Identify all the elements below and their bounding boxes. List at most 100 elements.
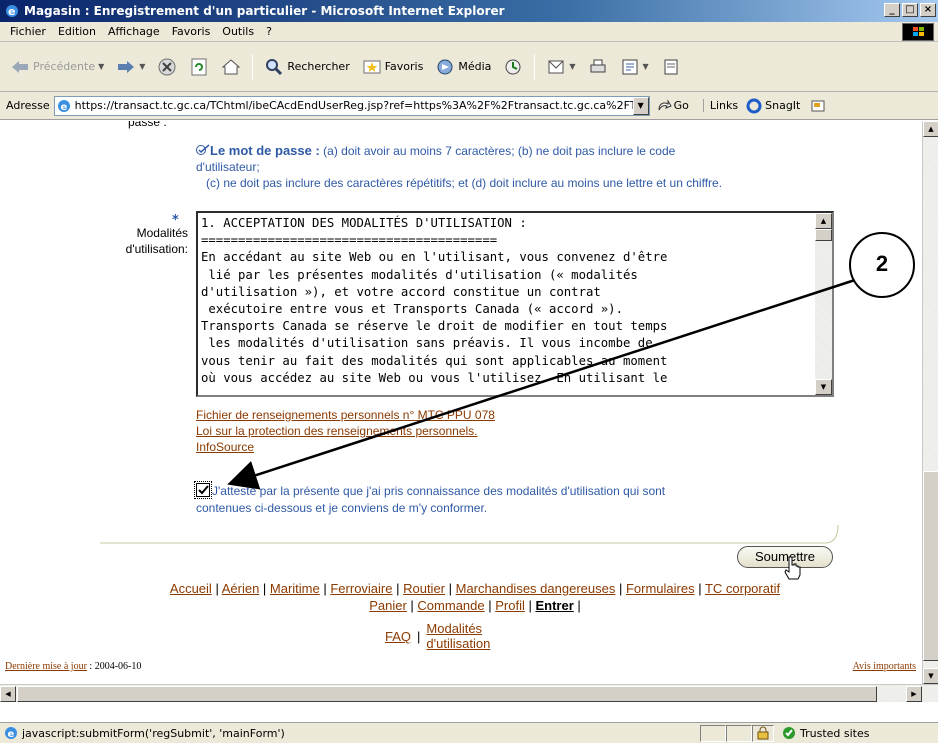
minimize-button[interactable]: _ (884, 3, 900, 17)
vertical-scrollbar[interactable]: ▲ ▼ (922, 121, 938, 684)
password-rules-line1: (a) doit avoir au moins 7 caractères; (b… (319, 144, 676, 158)
faq-link[interactable]: FAQ (385, 629, 411, 644)
address-bar: Adresse e https://transact.tc.gc.ca/TCht… (0, 92, 938, 120)
mail-icon (548, 60, 564, 73)
terms-link-line1[interactable]: Modalités (426, 621, 482, 636)
go-arrow-icon (658, 98, 672, 110)
horizontal-scroll-thumb[interactable] (17, 686, 877, 702)
password-rules: Le mot de passe : (a) doit avoir au moin… (196, 143, 856, 191)
password-rules-line2: d'utilisateur; (196, 160, 260, 174)
go-button[interactable]: Go (656, 98, 689, 114)
address-dropdown-icon[interactable]: ▼ (632, 96, 649, 115)
mail-dropdown-icon[interactable]: ▼ (569, 62, 575, 71)
attest-text-line2: contenues ci-dessous et je conviens de m… (196, 501, 488, 515)
attest-checkbox[interactable] (194, 481, 212, 499)
menu-favoris[interactable]: Favoris (166, 25, 217, 38)
nav-panier[interactable]: Panier (369, 598, 407, 613)
forward-dropdown-icon[interactable]: ▼ (139, 62, 145, 71)
history-icon (505, 59, 521, 74)
search-button[interactable]: Rechercher (260, 53, 353, 81)
menu-edition[interactable]: Edition (52, 25, 102, 38)
terms-scroll-down-icon[interactable]: ▼ (815, 379, 832, 395)
back-dropdown-icon[interactable]: ▼ (98, 62, 104, 71)
nav-ferroviaire[interactable]: Ferroviaire (330, 581, 392, 596)
security-zone[interactable]: Trusted sites (778, 726, 870, 740)
infosource-link[interactable]: InfoSource (196, 439, 495, 455)
check-mark-icon (196, 144, 210, 155)
privacy-act-link[interactable]: Loi sur la protection des renseignements… (196, 423, 495, 439)
nav-marchandises[interactable]: Marchandises dangereuses (456, 581, 616, 596)
scroll-down-icon[interactable]: ▼ (923, 668, 938, 684)
favorites-button[interactable]: Favoris (358, 53, 428, 81)
window-title: Magasin : Enregistrement d'un particulie… (24, 4, 505, 18)
footer-navigation: Accueil | Aérien | Maritime | Ferroviair… (169, 581, 781, 613)
password-rules-title: Le mot de passe : (210, 143, 320, 158)
password-label-fragment: passe : (128, 121, 167, 129)
edit-dropdown-icon[interactable]: ▼ (643, 62, 649, 71)
scroll-left-icon[interactable]: ◀ (0, 686, 16, 702)
nav-commande[interactable]: Commande (417, 598, 484, 613)
security-zone-label: Trusted sites (800, 726, 870, 740)
svg-text:e: e (8, 5, 15, 18)
scroll-right-icon[interactable]: ▶ (906, 686, 922, 702)
terms-label-line2: d'utilisation: (125, 242, 188, 256)
forward-button[interactable]: ▼ (112, 53, 149, 81)
status-bar: e javascript:submitForm('regSubmit', 'ma… (0, 722, 938, 743)
address-input[interactable]: e https://transact.tc.gc.ca/TChtml/ibeCA… (53, 95, 650, 116)
edit-button[interactable]: ▼ (616, 53, 653, 81)
password-rules-line3: (c) ne doit pas inclure des caractères r… (206, 176, 723, 190)
home-button[interactable] (217, 53, 245, 81)
terms-scroll-up-icon[interactable]: ▲ (815, 213, 832, 229)
vertical-scroll-thumb[interactable] (923, 471, 938, 661)
back-button[interactable]: Précédente ▼ (6, 53, 108, 81)
privacy-links: Fichier de renseignements personnels n° … (196, 407, 495, 455)
last-update: Dernière mise à jour : 2004-06-10 (5, 661, 141, 672)
lock-cell[interactable] (752, 724, 774, 742)
snagit-label: SnagIt (765, 99, 801, 112)
nav-accueil[interactable]: Accueil (170, 581, 212, 596)
privacy-file-link[interactable]: Fichier de renseignements personnels n° … (196, 407, 495, 423)
maximize-button[interactable]: □ (902, 3, 918, 17)
print-button[interactable] (584, 53, 612, 81)
last-update-label[interactable]: Dernière mise à jour (5, 661, 87, 672)
refresh-button[interactable] (185, 53, 213, 81)
nav-formulaires[interactable]: Formulaires (626, 581, 695, 596)
nav-profil[interactable]: Profil (495, 598, 525, 613)
menu-fichier[interactable]: Fichier (4, 25, 52, 38)
nav-aerien[interactable]: Aérien (222, 581, 260, 596)
terms-link[interactable]: Modalités d'utilisation (426, 621, 490, 651)
home-icon (222, 58, 241, 74)
nav-tc-corporatif[interactable]: TC corporatif (705, 581, 780, 596)
terms-scrollbar[interactable]: ▲ ▼ (815, 213, 832, 395)
media-icon (437, 59, 453, 74)
terms-link-line2[interactable]: d'utilisation (426, 636, 490, 651)
snagit-capture-icon[interactable] (810, 98, 826, 114)
horizontal-scrollbar[interactable]: ◀ ▶ (0, 684, 938, 702)
stop-icon (158, 58, 176, 75)
page-icon: e (5, 727, 17, 740)
history-button[interactable] (499, 53, 527, 81)
section-divider (100, 524, 839, 544)
nav-entrer[interactable]: Entrer (535, 598, 573, 613)
stop-button[interactable] (153, 53, 181, 81)
terms-scroll-thumb[interactable] (815, 229, 832, 241)
important-notices-link[interactable]: Avis importants (853, 661, 916, 672)
trusted-check-icon (783, 727, 795, 739)
menu-affichage[interactable]: Affichage (102, 25, 166, 38)
favorites-label: Favoris (384, 60, 424, 73)
menu-help[interactable]: ? (260, 25, 278, 38)
terms-text: 1. ACCEPTATION DES MODALITÉS D'UTILISATI… (201, 216, 668, 385)
mail-button[interactable]: ▼ (542, 53, 579, 81)
close-button[interactable]: × (920, 3, 936, 17)
nav-maritime[interactable]: Maritime (270, 581, 320, 596)
discuss-button[interactable] (657, 53, 685, 81)
snagit-button[interactable]: SnagIt (746, 98, 800, 114)
terms-textarea[interactable]: 1. ACCEPTATION DES MODALITÉS D'UTILISATI… (196, 211, 834, 397)
scroll-up-icon[interactable]: ▲ (923, 121, 938, 137)
go-label: Go (673, 99, 689, 112)
media-button[interactable]: Média (431, 53, 495, 81)
search-label: Rechercher (287, 60, 350, 73)
menu-outils[interactable]: Outils (216, 25, 260, 38)
links-button[interactable]: Links (702, 99, 738, 112)
nav-routier[interactable]: Routier (403, 581, 445, 596)
